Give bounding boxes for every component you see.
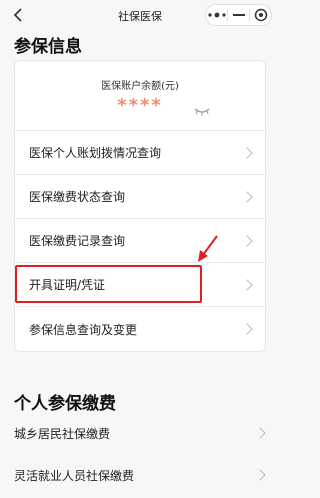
navbar: 社保医保 [0,0,280,30]
list-item-label: 城乡居民社保缴费 [14,426,111,441]
more-icon[interactable] [206,5,227,25]
close-target-icon[interactable] [250,5,271,25]
highlight-annotation-box [15,265,202,303]
insurance-info-card: 医保账户余额(元) **** 医保个人账划拨情况查询 医保缴费状态查询 医保缴费… [14,60,266,352]
list-item-flexible-employment-payment[interactable]: 灵活就业人员社保缴费 [14,458,266,492]
chevron-right-icon [241,146,253,159]
mini-program-capsule [205,4,272,26]
menu-item-account-allocation[interactable]: 医保个人账划拨情况查询 [15,131,265,175]
minimize-icon[interactable] [228,5,249,25]
menu-item-label: 医保缴费状态查询 [29,190,126,204]
personal-payment-heading: 个人参保缴费 [14,394,116,414]
balance-value: **** [117,95,163,116]
balance-panel: 医保账户余额(元) **** [15,61,265,131]
list-item-rural-urban-payment[interactable]: 城乡居民社保缴费 [14,416,266,450]
chevron-right-icon [254,469,266,481]
eye-closed-icon[interactable] [193,101,211,116]
chevron-right-icon [241,278,253,291]
chevron-right-icon [241,190,253,203]
menu-item-info-change[interactable]: 参保信息查询及变更 [15,307,265,351]
balance-label: 医保账户余额(元) [101,81,179,92]
chevron-right-icon [254,427,266,439]
chevron-right-icon [241,323,253,335]
annotation-arrow-icon [198,235,218,262]
menu-item-payment-status[interactable]: 医保缴费状态查询 [15,175,265,219]
menu-item-payment-records[interactable]: 医保缴费记录查询 [15,219,265,263]
list-item-label: 灵活就业人员社保缴费 [14,468,135,483]
menu-item-label: 参保信息查询及变更 [29,322,138,337]
menu-item-label: 医保缴费记录查询 [29,234,126,248]
chevron-right-icon [241,234,253,247]
menu-item-label: 医保个人账划拨情况查询 [29,146,162,160]
insurance-info-heading: 参保信息 [14,37,82,57]
